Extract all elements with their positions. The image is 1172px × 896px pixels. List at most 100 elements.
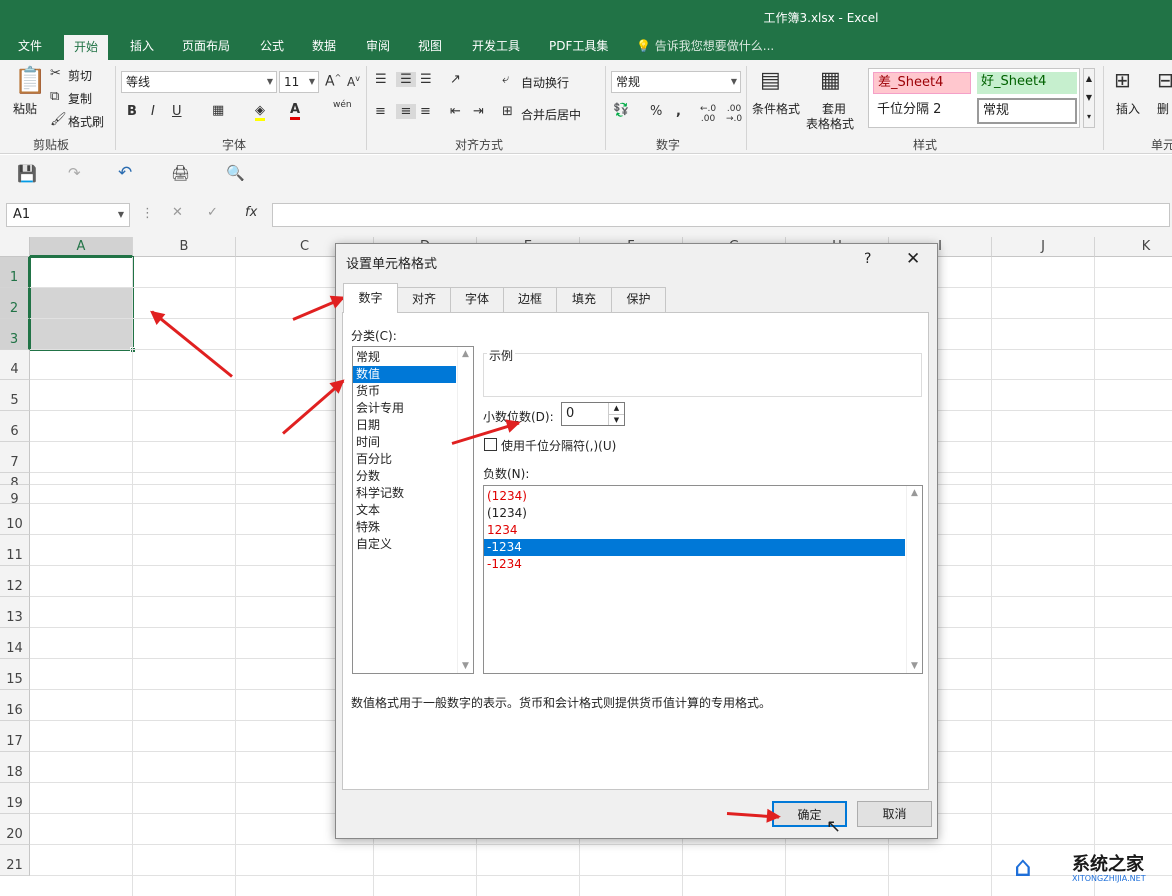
bold-button[interactable]: B: [127, 104, 137, 119]
cancel-button[interactable]: 取消: [857, 801, 932, 827]
tab-alignment[interactable]: 对齐: [397, 287, 451, 312]
tab-home[interactable]: 开始: [64, 35, 109, 60]
row-header[interactable]: 20: [0, 814, 30, 845]
underline-button[interactable]: U: [172, 104, 182, 119]
fill-handle[interactable]: [130, 347, 136, 353]
undo-icon[interactable]: ↶: [118, 163, 132, 183]
row-header[interactable]: 16: [0, 690, 30, 721]
name-box[interactable]: A1 ▼: [6, 203, 130, 227]
row-header[interactable]: 1: [0, 257, 30, 288]
tab-view[interactable]: 视图: [412, 34, 448, 60]
cancel-entry-icon[interactable]: ✕: [172, 205, 183, 220]
selected-range[interactable]: [29, 256, 134, 351]
negative-numbers-list[interactable]: (1234) (1234) 1234 -1234 -1234 ▲ ▼: [483, 485, 923, 674]
row-header[interactable]: 9: [0, 485, 30, 507]
style-gallery-scroll[interactable]: ▲ ▼ ▾: [1083, 68, 1095, 128]
row-header[interactable]: 4: [0, 350, 30, 380]
negative-option-minus[interactable]: -1234: [484, 539, 905, 556]
print-preview-icon[interactable]: 🖨: [171, 164, 190, 182]
magnifier-icon[interactable]: 🔍: [226, 164, 245, 182]
category-custom[interactable]: 自定义: [353, 536, 473, 553]
increase-decimal-icon[interactable]: ←.0.00: [700, 104, 716, 124]
negative-option-parens[interactable]: (1234): [484, 505, 922, 522]
tab-fill[interactable]: 填充: [556, 287, 612, 312]
category-list[interactable]: 常规 数值 货币 会计专用 日期 时间 百分比 分数 科学记数 文本 特殊 自定…: [352, 346, 474, 674]
tab-pdf-tools[interactable]: PDF工具集: [543, 34, 614, 60]
italic-button[interactable]: I: [151, 104, 155, 119]
delete-cells-button[interactable]: 删: [1157, 100, 1169, 117]
increase-indent-icon[interactable]: ⇥: [473, 104, 484, 119]
column-header-j[interactable]: J: [992, 237, 1095, 257]
tab-review[interactable]: 审阅: [360, 34, 396, 60]
tab-page-layout[interactable]: 页面布局: [176, 34, 236, 60]
category-special[interactable]: 特殊: [353, 519, 473, 536]
column-header-a[interactable]: A: [30, 237, 133, 257]
tell-me-box[interactable]: 💡 告诉我您想要做什么...: [636, 34, 774, 58]
confirm-entry-icon[interactable]: ✓: [207, 205, 218, 220]
tab-border[interactable]: 边框: [503, 287, 557, 312]
category-scientific[interactable]: 科学记数: [353, 485, 473, 502]
row-header[interactable]: 11: [0, 535, 30, 566]
style-good[interactable]: 好_Sheet4: [977, 72, 1077, 94]
thousands-separator-checkbox[interactable]: [484, 438, 497, 451]
row-header[interactable]: 5: [0, 380, 30, 411]
decrease-indent-icon[interactable]: ⇤: [450, 104, 461, 119]
spin-down-icon[interactable]: ▼: [608, 414, 624, 425]
decrease-decimal-icon[interactable]: .00 →.0: [726, 104, 742, 124]
align-left-icon[interactable]: ≡: [375, 104, 386, 119]
wrap-text-button[interactable]: 自动换行: [521, 74, 569, 91]
align-bottom-icon[interactable]: ☰: [420, 72, 432, 87]
category-number[interactable]: 数值: [353, 366, 456, 383]
cut-button[interactable]: 剪切: [68, 67, 92, 84]
paste-button[interactable]: 粘贴: [13, 100, 37, 117]
category-accounting[interactable]: 会计专用: [353, 400, 473, 417]
tab-file[interactable]: 文件: [12, 34, 48, 60]
table-format-button-line2[interactable]: 表格格式: [806, 115, 854, 132]
copy-button[interactable]: 复制: [68, 90, 92, 107]
help-button[interactable]: ?: [864, 251, 871, 267]
row-header[interactable]: 15: [0, 659, 30, 690]
save-icon[interactable]: 💾: [17, 164, 37, 183]
tab-font[interactable]: 字体: [450, 287, 504, 312]
category-percentage[interactable]: 百分比: [353, 451, 473, 468]
negative-option-red-parens[interactable]: (1234): [484, 488, 922, 505]
tab-insert[interactable]: 插入: [124, 34, 160, 60]
row-header[interactable]: 13: [0, 597, 30, 628]
category-general[interactable]: 常规: [353, 349, 473, 366]
negative-scrollbar[interactable]: ▲ ▼: [906, 486, 922, 673]
orientation-icon[interactable]: ↗: [450, 72, 461, 87]
tab-data[interactable]: 数据: [306, 34, 342, 60]
paste-icon[interactable]: 📋: [14, 66, 46, 96]
style-bad[interactable]: 差_Sheet4: [873, 72, 971, 94]
negative-option-red[interactable]: 1234: [484, 522, 922, 539]
insert-function-icon[interactable]: fx: [245, 205, 257, 220]
align-center-icon[interactable]: ≡: [396, 104, 416, 119]
row-header[interactable]: 12: [0, 566, 30, 597]
row-header[interactable]: 7: [0, 442, 30, 473]
row-header[interactable]: 3: [0, 319, 30, 350]
insert-cells-button[interactable]: 插入: [1116, 100, 1140, 117]
border-icon[interactable]: ▦: [212, 103, 224, 118]
comma-button[interactable]: ,: [676, 104, 681, 119]
number-format-select[interactable]: 常规 ▼: [611, 71, 741, 93]
category-date[interactable]: 日期: [353, 417, 473, 434]
row-header[interactable]: 10: [0, 504, 30, 535]
tab-number[interactable]: 数字: [343, 283, 398, 313]
align-top-icon[interactable]: ☰: [375, 72, 387, 87]
column-header-b[interactable]: B: [133, 237, 236, 257]
align-middle-icon[interactable]: ☰: [396, 72, 416, 87]
row-header[interactable]: 18: [0, 752, 30, 783]
font-size-select[interactable]: 11 ▼: [279, 71, 319, 93]
select-all-corner[interactable]: [0, 237, 30, 257]
formula-input[interactable]: [272, 203, 1170, 227]
style-normal[interactable]: 常规: [977, 98, 1077, 124]
column-header-k[interactable]: K: [1095, 237, 1172, 257]
row-header[interactable]: 2: [0, 288, 30, 319]
shrink-font-icon[interactable]: Av: [347, 74, 360, 89]
close-icon[interactable]: ✕: [906, 249, 920, 269]
grow-font-icon[interactable]: A^: [325, 73, 341, 90]
row-header[interactable]: 17: [0, 721, 30, 752]
conditional-format-button[interactable]: 条件格式: [752, 100, 800, 117]
phonetic-icon[interactable]: wén: [333, 100, 352, 110]
tab-protection[interactable]: 保护: [611, 287, 666, 312]
